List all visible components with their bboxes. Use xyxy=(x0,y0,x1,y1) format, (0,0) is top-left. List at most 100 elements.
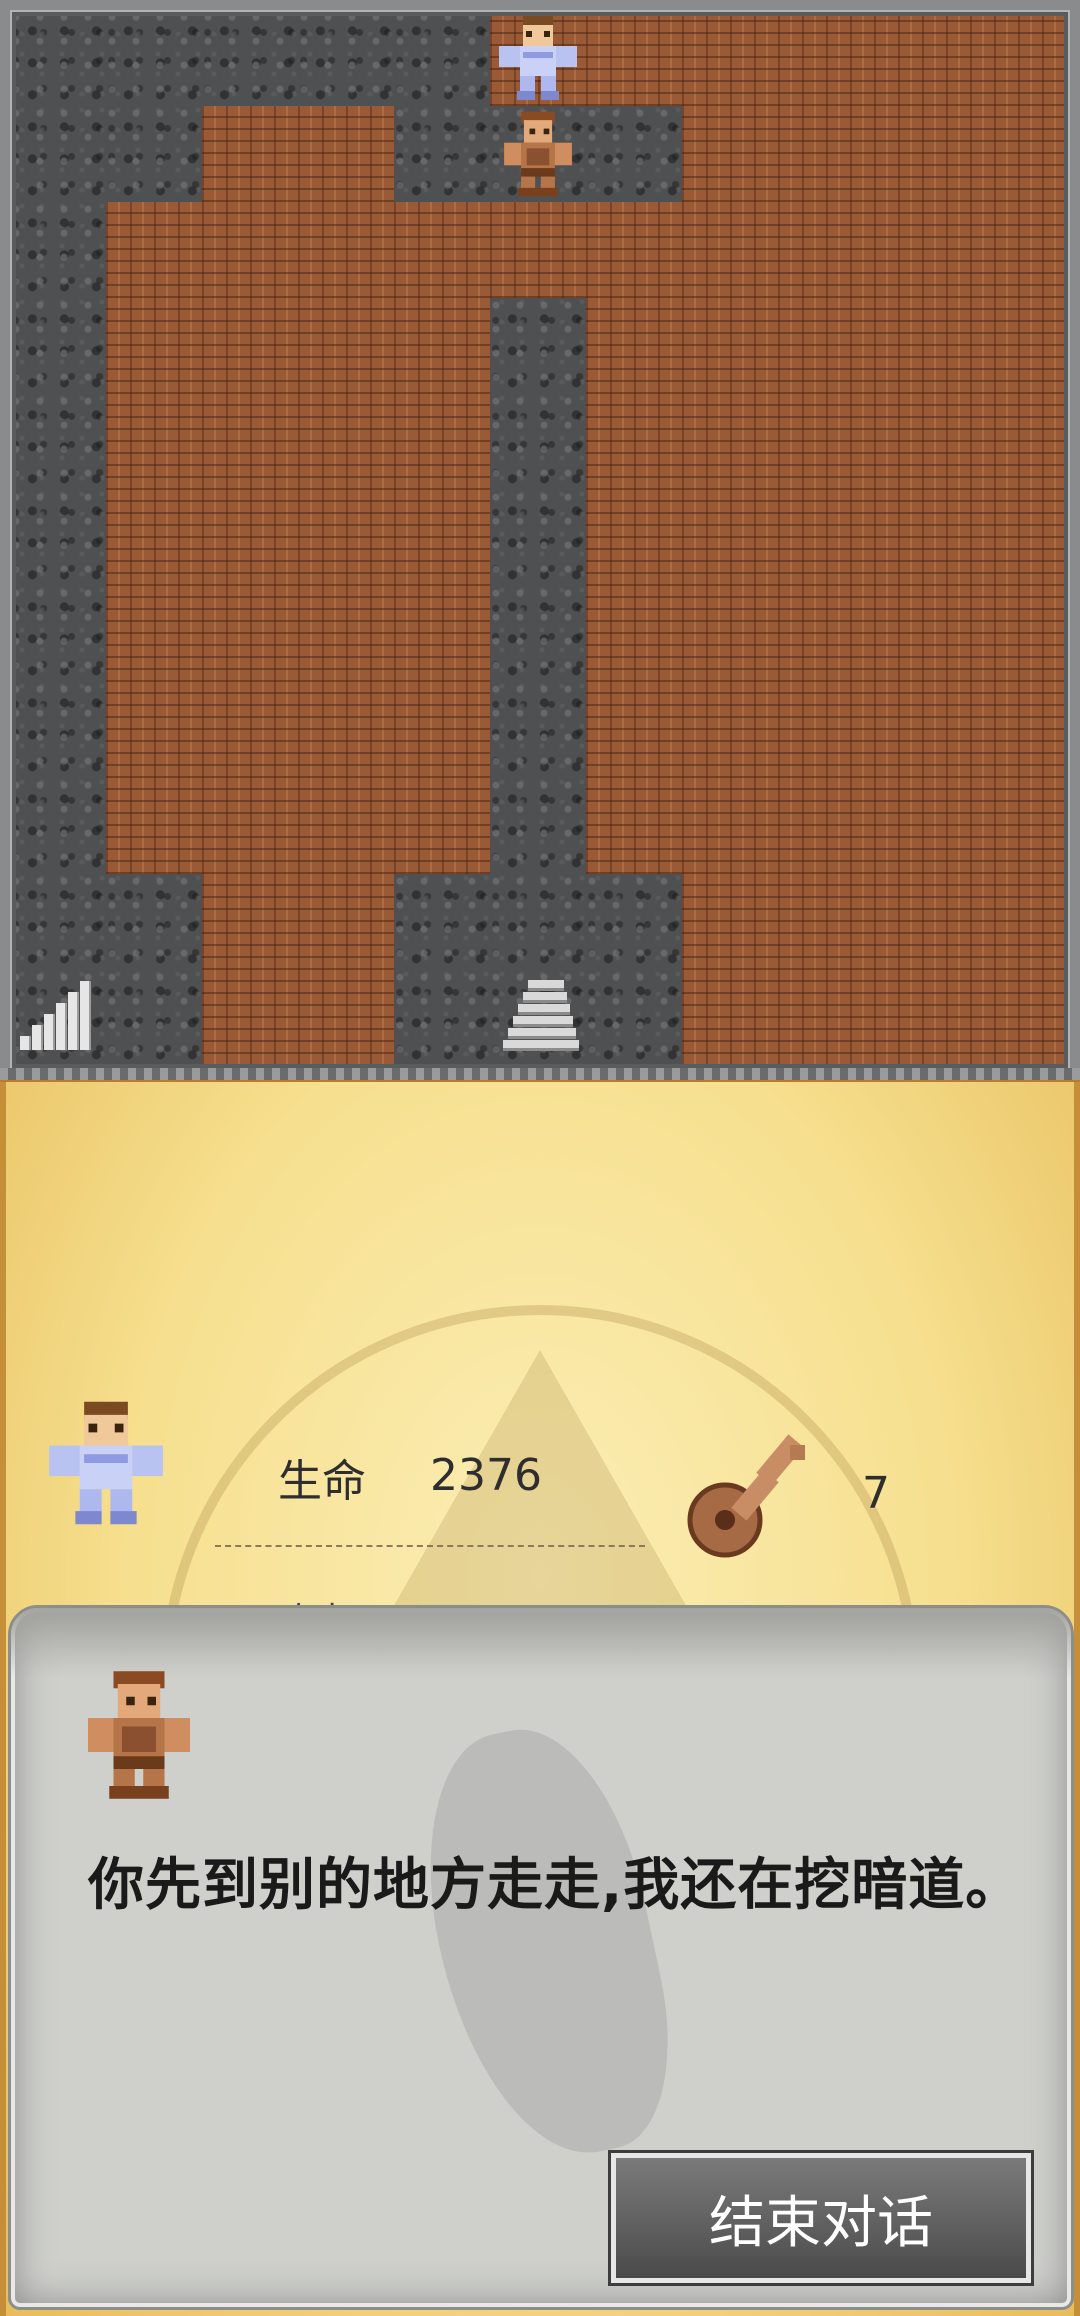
floor-tile[interactable] xyxy=(202,490,298,586)
wall-tile[interactable] xyxy=(10,778,106,874)
floor-tile[interactable] xyxy=(970,682,1066,778)
floor-tile[interactable] xyxy=(874,874,970,970)
wall-tile[interactable] xyxy=(490,586,586,682)
floor-tile[interactable] xyxy=(298,682,394,778)
floor-tile[interactable] xyxy=(874,202,970,298)
floor-tile[interactable] xyxy=(298,778,394,874)
floor-tile[interactable] xyxy=(970,298,1066,394)
floor-tile[interactable] xyxy=(202,202,298,298)
floor-tile[interactable] xyxy=(394,778,490,874)
wall-tile[interactable] xyxy=(490,394,586,490)
floor-tile[interactable] xyxy=(970,202,1066,298)
floor-tile[interactable] xyxy=(682,394,778,490)
floor-tile[interactable] xyxy=(874,778,970,874)
floor-tile[interactable] xyxy=(778,970,874,1066)
floor-tile[interactable] xyxy=(874,394,970,490)
floor-tile[interactable] xyxy=(682,682,778,778)
floor-tile[interactable] xyxy=(970,778,1066,874)
floor-tile[interactable] xyxy=(970,874,1066,970)
floor-tile[interactable] xyxy=(874,682,970,778)
wall-tile[interactable] xyxy=(298,10,394,106)
floor-tile[interactable] xyxy=(202,394,298,490)
wall-tile[interactable] xyxy=(394,970,490,1066)
floor-tile[interactable] xyxy=(298,874,394,970)
floor-tile[interactable] xyxy=(970,106,1066,202)
floor-tile[interactable] xyxy=(586,586,682,682)
floor-tile[interactable] xyxy=(682,490,778,586)
floor-tile[interactable] xyxy=(586,394,682,490)
floor-tile[interactable] xyxy=(394,202,490,298)
wall-tile[interactable] xyxy=(490,874,586,970)
wall-tile[interactable] xyxy=(10,298,106,394)
floor-tile[interactable] xyxy=(106,394,202,490)
game-map[interactable] xyxy=(0,0,1080,1080)
floor-tile[interactable] xyxy=(778,10,874,106)
floor-tile[interactable] xyxy=(106,586,202,682)
floor-tile[interactable] xyxy=(970,490,1066,586)
floor-tile[interactable] xyxy=(970,10,1066,106)
wall-tile[interactable] xyxy=(106,106,202,202)
floor-tile[interactable] xyxy=(202,682,298,778)
floor-tile[interactable] xyxy=(586,298,682,394)
floor-tile[interactable] xyxy=(586,10,682,106)
thief-npc-sprite[interactable] xyxy=(490,106,586,202)
floor-tile[interactable] xyxy=(874,10,970,106)
floor-tile[interactable] xyxy=(394,682,490,778)
wall-tile[interactable] xyxy=(10,874,106,970)
wall-tile[interactable] xyxy=(10,10,106,106)
end-dialog-button[interactable]: 结束对话 xyxy=(608,2150,1034,2286)
floor-tile[interactable] xyxy=(682,202,778,298)
floor-tile[interactable] xyxy=(394,298,490,394)
floor-tile[interactable] xyxy=(586,682,682,778)
floor-tile[interactable] xyxy=(298,586,394,682)
wall-tile[interactable] xyxy=(106,970,202,1066)
floor-tile[interactable] xyxy=(682,970,778,1066)
floor-tile[interactable] xyxy=(682,298,778,394)
floor-tile[interactable] xyxy=(394,394,490,490)
wall-tile[interactable] xyxy=(490,490,586,586)
floor-tile[interactable] xyxy=(106,490,202,586)
floor-tile[interactable] xyxy=(970,586,1066,682)
floor-tile[interactable] xyxy=(586,778,682,874)
floor-tile[interactable] xyxy=(682,778,778,874)
floor-tile[interactable] xyxy=(202,106,298,202)
floor-tile[interactable] xyxy=(394,490,490,586)
floor-tile[interactable] xyxy=(778,682,874,778)
floor-tile[interactable] xyxy=(874,490,970,586)
stairs-icon[interactable] xyxy=(490,970,586,1066)
floor-tile[interactable] xyxy=(874,298,970,394)
floor-tile[interactable] xyxy=(202,970,298,1066)
wall-tile[interactable] xyxy=(10,682,106,778)
floor-tile[interactable] xyxy=(778,394,874,490)
floor-tile[interactable] xyxy=(202,874,298,970)
hero-sprite[interactable] xyxy=(490,10,586,106)
floor-tile[interactable] xyxy=(778,106,874,202)
floor-tile[interactable] xyxy=(778,874,874,970)
floor-tile[interactable] xyxy=(778,202,874,298)
floor-tile[interactable] xyxy=(106,778,202,874)
wall-tile[interactable] xyxy=(394,874,490,970)
wall-tile[interactable] xyxy=(10,490,106,586)
wall-tile[interactable] xyxy=(586,874,682,970)
floor-tile[interactable] xyxy=(682,586,778,682)
wall-tile[interactable] xyxy=(106,10,202,106)
floor-tile[interactable] xyxy=(298,394,394,490)
floor-tile[interactable] xyxy=(874,106,970,202)
floor-tile[interactable] xyxy=(874,586,970,682)
floor-tile[interactable] xyxy=(106,682,202,778)
floor-tile[interactable] xyxy=(106,202,202,298)
floor-tile[interactable] xyxy=(970,394,1066,490)
floor-tile[interactable] xyxy=(778,778,874,874)
wall-tile[interactable] xyxy=(10,106,106,202)
wall-tile[interactable] xyxy=(10,586,106,682)
wall-tile[interactable] xyxy=(202,10,298,106)
floor-tile[interactable] xyxy=(682,874,778,970)
floor-tile[interactable] xyxy=(682,106,778,202)
floor-tile[interactable] xyxy=(874,970,970,1066)
floor-tile[interactable] xyxy=(202,586,298,682)
floor-tile[interactable] xyxy=(586,490,682,586)
floor-tile[interactable] xyxy=(778,586,874,682)
floor-tile[interactable] xyxy=(490,202,586,298)
floor-tile[interactable] xyxy=(298,970,394,1066)
floor-tile[interactable] xyxy=(394,586,490,682)
